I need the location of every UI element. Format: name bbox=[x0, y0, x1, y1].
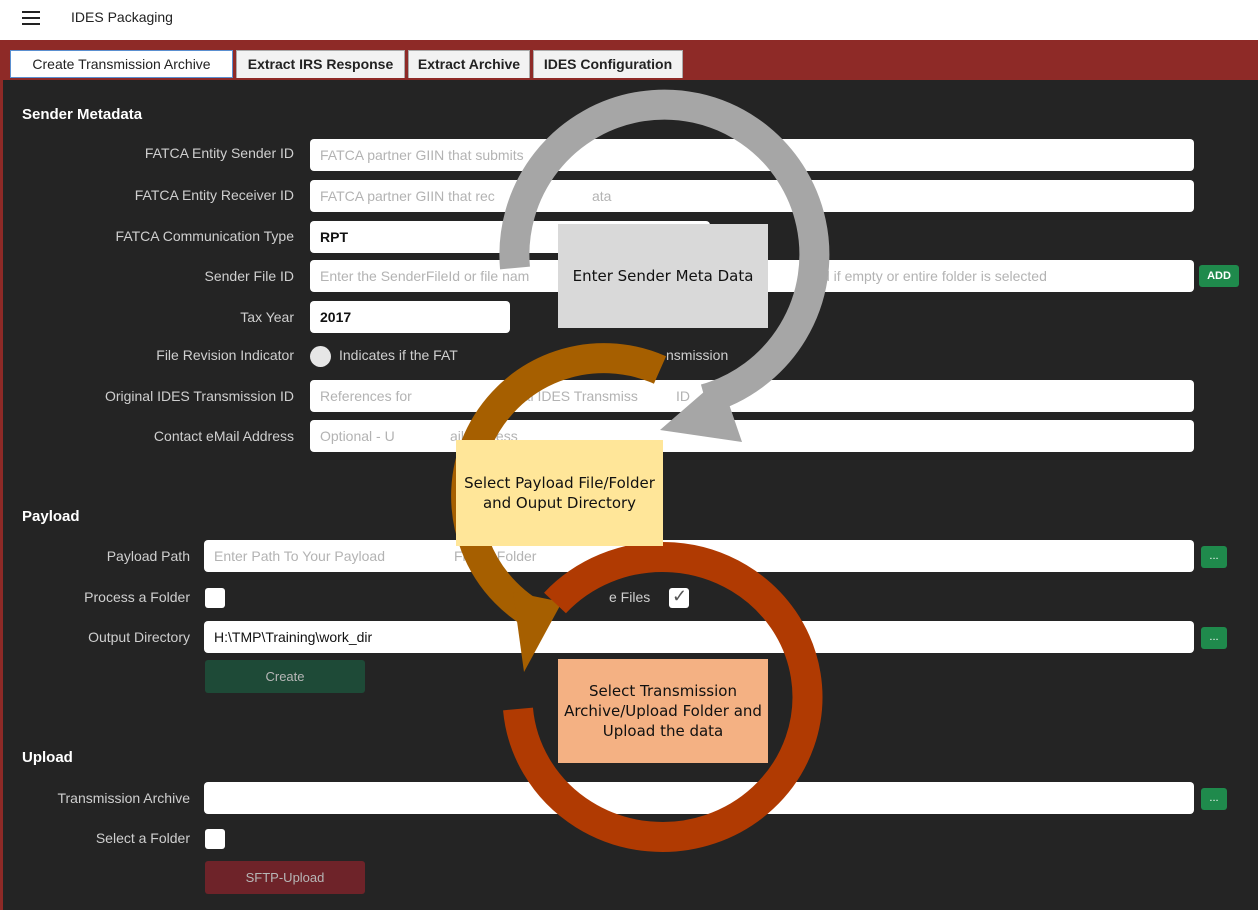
step1-callout: Enter Sender Meta Data bbox=[558, 224, 768, 328]
step2-arrowhead-icon bbox=[513, 592, 562, 672]
step3-callout: Select Transmission Archive/Upload Folde… bbox=[558, 659, 768, 763]
step2-callout: Select Payload File/Folder and Ouput Dir… bbox=[456, 440, 663, 546]
